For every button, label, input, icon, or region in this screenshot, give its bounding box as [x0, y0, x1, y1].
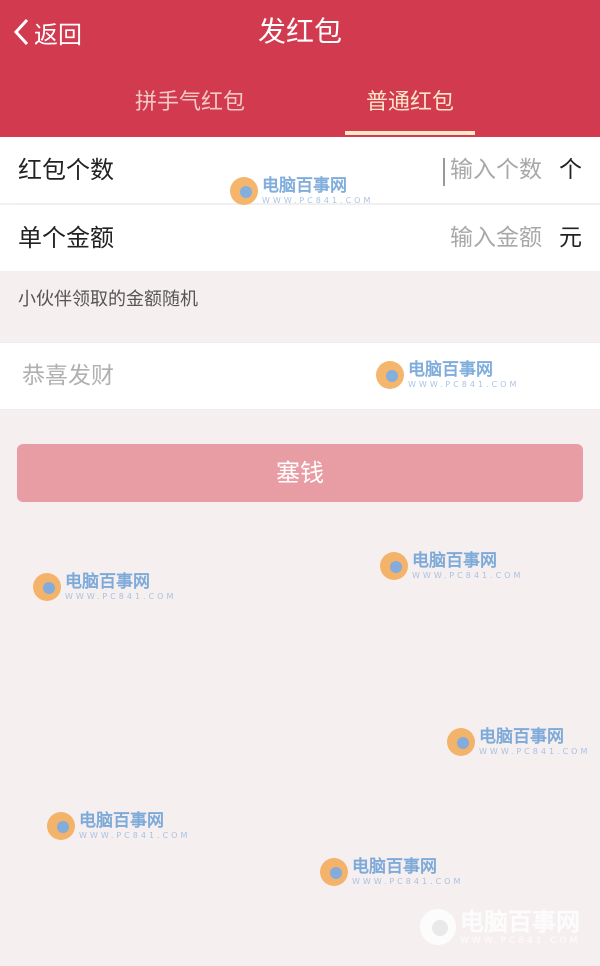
watermark-text: 电脑百事网 [412, 551, 497, 571]
text-cursor [443, 158, 445, 186]
single-amount-label: 单个金额 [18, 224, 114, 252]
watermark-logo-icon [230, 177, 258, 205]
tab-normal-packet[interactable]: 普通红包 [320, 88, 500, 118]
submit-money-button[interactable]: 塞钱 [17, 444, 583, 502]
watermark-sub: WWW.PC841.COM [65, 592, 177, 601]
watermark: 电脑百事网 WWW.PC841.COM [380, 551, 523, 581]
watermark-text: 电脑百事网 [408, 360, 493, 380]
watermark-sub: WWW.PC841.COM [412, 571, 524, 580]
random-amount-hint: 小伙伴领取的金额随机 [18, 289, 198, 310]
header-bar: 返回 发红包 拼手气红包 普通红包 [0, 0, 600, 137]
watermark: 电脑百事网 WWW.PC841.COM [320, 857, 463, 887]
single-amount-unit: 元 [559, 225, 582, 251]
watermark-text: 电脑百事网 [460, 908, 580, 936]
watermark-logo-icon [47, 812, 75, 840]
greeting-input[interactable]: 恭喜发财 [22, 361, 422, 391]
packet-count-unit: 个 [559, 157, 582, 183]
watermark-logo-icon [420, 909, 456, 945]
watermark: 电脑百事网 WWW.PC841.COM [33, 572, 176, 602]
watermark-logo-icon [380, 552, 408, 580]
single-amount-input[interactable]: 输入金额 [402, 223, 542, 253]
watermark-text: 电脑百事网 [352, 857, 437, 877]
watermark: 电脑百事网 WWW.PC841.COM [230, 176, 373, 206]
packet-count-label: 红包个数 [18, 156, 114, 184]
tab-lucky-packet[interactable]: 拼手气红包 [100, 88, 280, 118]
watermark-sub: WWW.PC841.COM [408, 380, 520, 389]
watermark-logo-icon [376, 361, 404, 389]
watermark-logo-icon [447, 728, 475, 756]
watermark-sub: WWW.PC841.COM [460, 936, 581, 946]
single-amount-row: 单个金额 输入金额 元 [0, 205, 600, 271]
watermark-text: 电脑百事网 [262, 176, 347, 196]
watermark-text: 电脑百事网 [79, 811, 164, 831]
watermark: 电脑百事网 WWW.PC841.COM [447, 727, 590, 757]
watermark-logo-icon [33, 573, 61, 601]
packet-count-input[interactable]: 输入个数 [402, 155, 542, 185]
watermark: 电脑百事网 WWW.PC841.COM [376, 360, 519, 390]
active-tab-indicator [345, 131, 475, 135]
watermark-text: 电脑百事网 [479, 727, 564, 747]
watermark-sub: WWW.PC841.COM [262, 196, 374, 205]
watermark: 电脑百事网 WWW.PC841.COM [420, 908, 580, 946]
watermark: 电脑百事网 WWW.PC841.COM [47, 811, 190, 841]
watermark-text: 电脑百事网 [65, 572, 150, 592]
watermark-sub: WWW.PC841.COM [352, 877, 464, 886]
watermark-sub: WWW.PC841.COM [79, 831, 191, 840]
page-title: 发红包 [257, 15, 342, 48]
watermark-logo-icon [320, 858, 348, 886]
watermark-sub: WWW.PC841.COM [479, 747, 591, 756]
